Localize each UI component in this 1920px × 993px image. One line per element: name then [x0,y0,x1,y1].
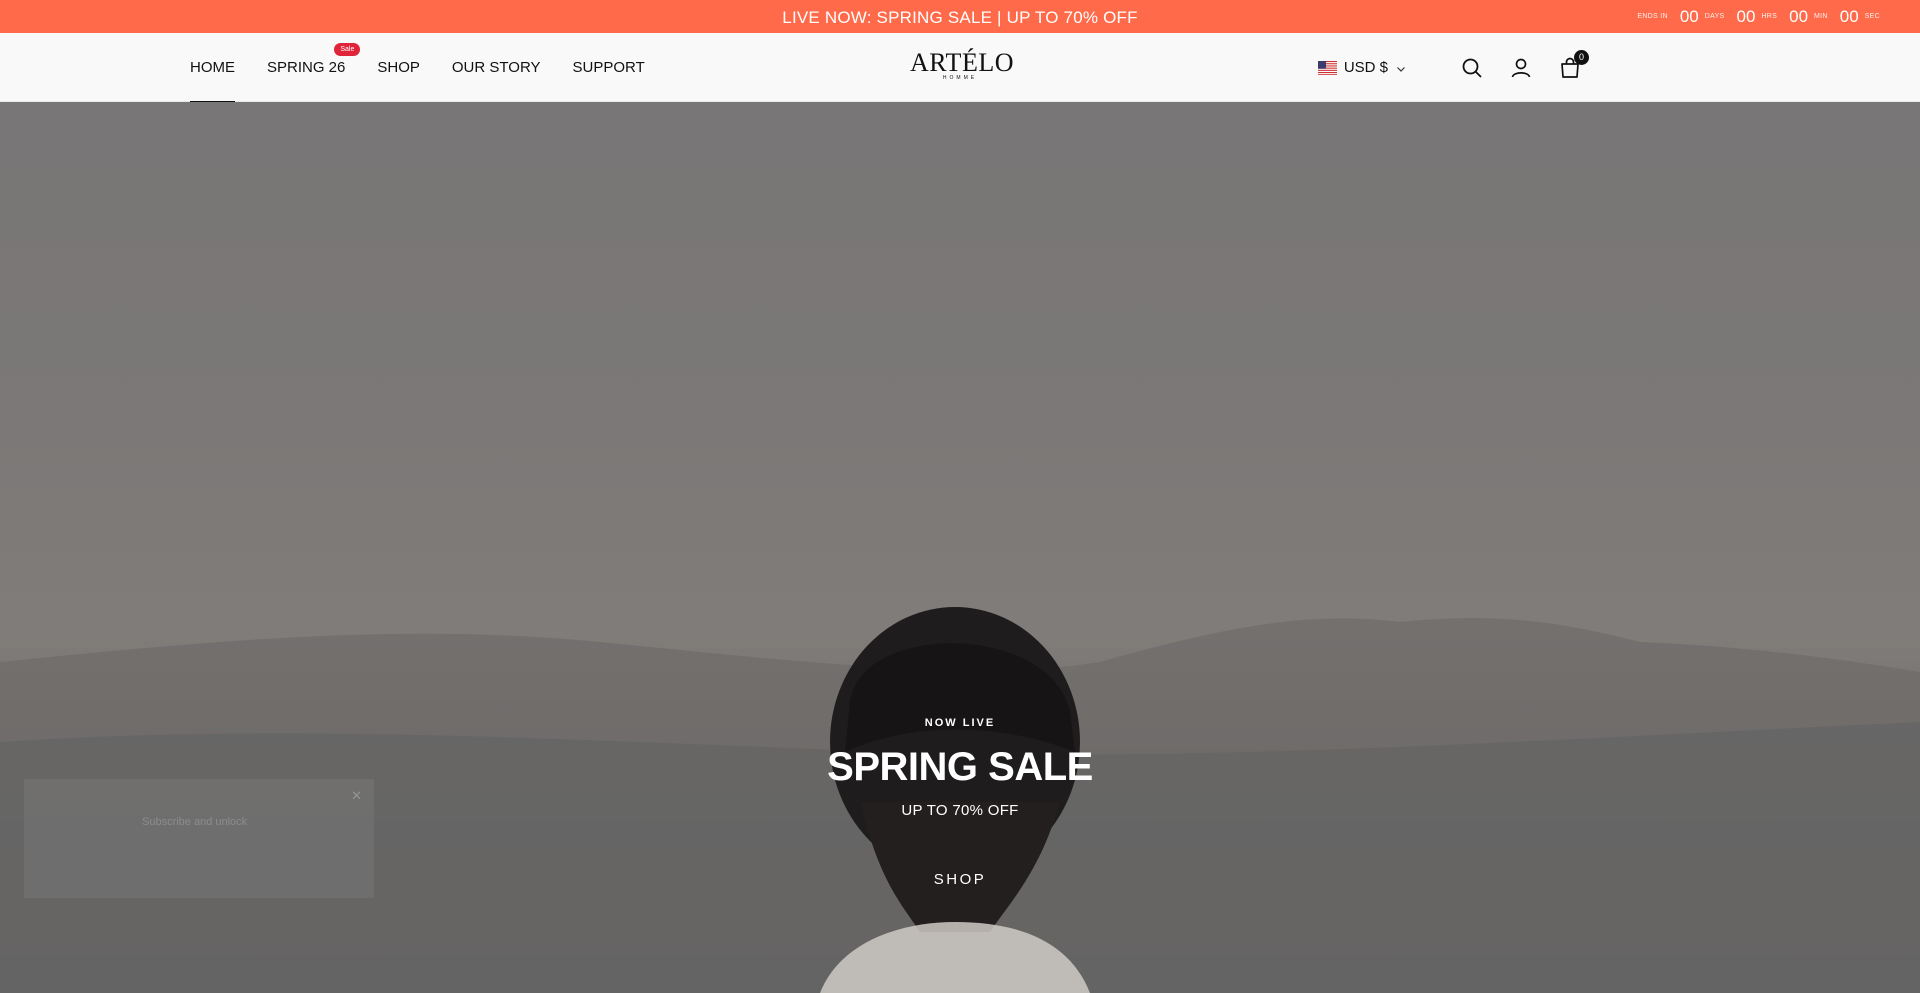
brand-logo[interactable]: ARTÉLO HOMME [910,48,1014,81]
nav-label: HOME [190,59,235,76]
nav-item-support[interactable]: SUPPORT [573,33,645,102]
countdown-days-label: DAYS [1704,13,1725,20]
nav-label: SPRING 26 [267,59,346,76]
currency-label: USD $ [1343,59,1388,76]
countdown-hrs-label: HRS [1761,13,1778,20]
close-icon[interactable]: ✕ [351,788,362,804]
cart-count-badge: 0 [1574,49,1589,65]
nav-item-home[interactable]: HOME [190,33,235,103]
countdown-min-label: MIN [1814,13,1828,20]
header-tools: USD $ 0 [1317,33,1589,102]
announcement-bar: LIVE NOW: SPRING SALE | UP TO 70% OFF EN… [0,0,1920,33]
nav-item-shop[interactable]: SHOP [377,33,420,102]
us-flag-icon [1317,60,1337,75]
countdown-sec: 00 [1839,6,1859,26]
logo-wordmark: ARTÉLO [910,48,1014,77]
nav-label: OUR STORY [451,59,541,76]
chevron-down-icon [1395,62,1407,74]
currency-selector[interactable]: USD $ [1317,59,1407,76]
countdown-sec-label: SEC [1864,13,1880,20]
popup-text: Subscribe and unlock [142,816,248,828]
site-header: HOME SPRING 26 Sale SHOP OUR STORY SUPPO… [0,33,1920,103]
sale-badge: Sale [334,43,361,56]
announcement-text[interactable]: LIVE NOW: SPRING SALE | UP TO 70% OFF [0,0,1920,33]
main-nav: HOME SPRING 26 Sale SHOP OUR STORY SUPPO… [190,33,677,103]
countdown-timer: ENDS IN 00 DAYS 00 HRS 00 MIN 00 SEC [1637,0,1880,33]
countdown-min: 00 [1789,6,1809,26]
cart-icon[interactable]: 0 [1558,49,1589,80]
newsletter-popup: ✕ Subscribe and unlock [24,779,374,898]
nav-label: SUPPORT [572,59,645,76]
account-icon[interactable] [1509,56,1533,80]
countdown-days: 00 [1679,6,1699,26]
nav-label: SHOP [377,59,420,76]
nav-item-spring-26[interactable]: SPRING 26 Sale [267,33,361,102]
hero-eyebrow: NOW LIVE [924,717,996,729]
search-icon[interactable] [1460,56,1484,80]
countdown-hrs: 00 [1736,6,1756,26]
nav-item-our-story[interactable]: OUR STORY [452,33,541,102]
countdown-ends-in-label: ENDS IN [1637,13,1668,20]
